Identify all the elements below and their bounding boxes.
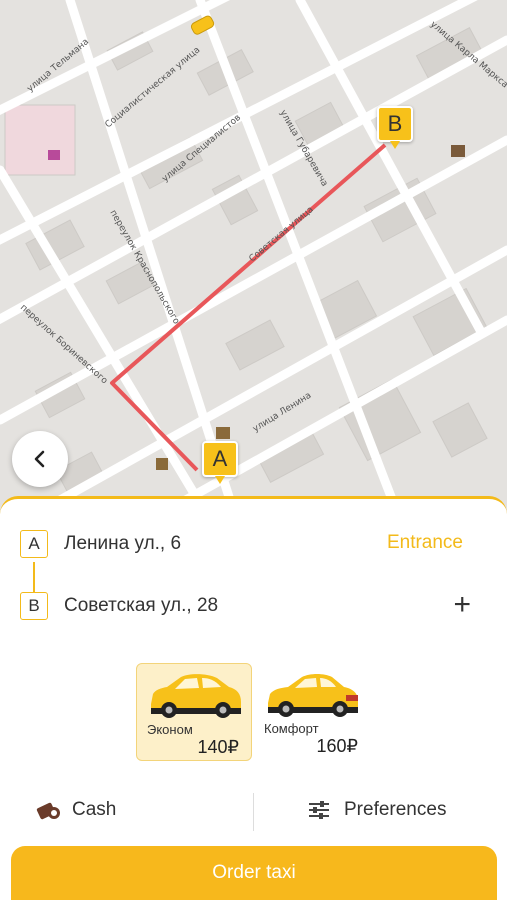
museum-icon	[216, 427, 230, 439]
destination-pin-b: B	[377, 106, 413, 149]
poi-icon	[156, 458, 168, 470]
add-stop-button[interactable]: +	[453, 590, 471, 620]
car-comfort-icon	[268, 674, 358, 717]
tariff-name: Комфорт	[264, 721, 319, 736]
route-connector	[33, 562, 35, 592]
destination-badge: B	[20, 592, 48, 620]
pickup-pin-a: A	[202, 441, 238, 484]
pickup-address: Ленина ул., 6	[64, 533, 182, 554]
destination-address-row[interactable]: B Советская ул., 28	[20, 592, 218, 620]
shop-icon	[48, 150, 60, 160]
tariff-name: Эконом	[147, 722, 193, 737]
sliders-icon	[309, 801, 329, 819]
tariff-comfort[interactable]: Комфорт 160₽	[254, 663, 370, 761]
preferences-label: Preferences	[344, 799, 447, 820]
back-button[interactable]	[12, 431, 68, 487]
cash-icon	[36, 802, 60, 820]
payment-label: Cash	[72, 799, 117, 820]
divider	[253, 793, 254, 831]
entrance-button[interactable]: Entrance	[387, 532, 463, 554]
pickup-address-row[interactable]: A Ленина ул., 6	[20, 530, 181, 558]
preferences-button[interactable]: Preferences	[307, 799, 446, 821]
car-economy-icon	[151, 674, 241, 718]
destination-address: Советская ул., 28	[64, 595, 219, 616]
payment-method-button[interactable]: Cash	[36, 799, 116, 821]
tariff-economy[interactable]: Эконом 140₽	[136, 663, 252, 761]
chevron-left-icon	[34, 450, 45, 468]
tariff-price: 140₽	[197, 737, 239, 757]
order-taxi-button[interactable]: Order taxi	[11, 846, 497, 900]
map-view[interactable]: улица Тельмана Социалистическая улица ул…	[0, 0, 507, 520]
cinema-icon	[451, 145, 465, 157]
pickup-badge: A	[20, 530, 48, 558]
tariff-price: 160₽	[316, 736, 358, 756]
